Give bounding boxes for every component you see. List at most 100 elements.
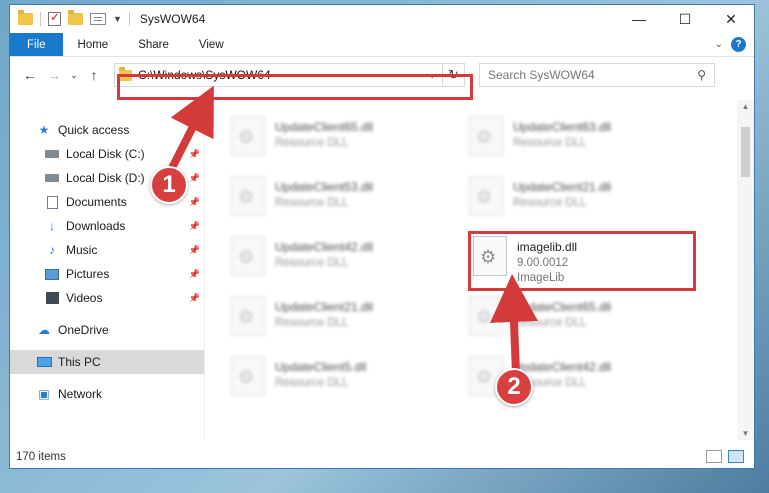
download-icon: ↓ <box>49 219 55 233</box>
dll-file-icon <box>469 296 503 336</box>
up-arrow-icon[interactable]: ↑ <box>84 67 104 83</box>
video-icon <box>44 291 60 305</box>
properties-icon[interactable] <box>90 13 106 25</box>
file-item[interactable]: UpdateClient21.dll Resource DLL <box>463 170 683 224</box>
view-toggle <box>706 450 754 463</box>
file-item[interactable]: UpdateClient65.dll Resource DLL <box>225 110 445 164</box>
file-type: Resource DLL <box>275 317 349 329</box>
nav-onedrive[interactable]: ☁ OneDrive <box>10 318 204 342</box>
nav-label: Downloads <box>66 219 126 233</box>
scroll-thumb[interactable] <box>741 127 750 177</box>
file-version: 9.00.0012 <box>517 257 569 269</box>
tab-share[interactable]: Share <box>123 33 184 56</box>
status-bar: 170 items <box>10 445 754 468</box>
dll-file-icon <box>231 116 265 156</box>
file-item[interactable]: UpdateClient65.dll Resource DLL <box>463 290 683 344</box>
scroll-down-arrow-icon[interactable]: ▼ <box>737 429 754 438</box>
customize-toolbar-dropdown-icon[interactable]: ▼ <box>113 14 122 24</box>
file-item-imagelib-dll[interactable]: imagelib.dll 9.00.0012 ImageLib <box>467 230 687 284</box>
file-name: UpdateClient21.dll <box>513 180 612 194</box>
file-type: Resource DLL <box>513 197 587 209</box>
pin-icon: 📌 <box>188 268 200 279</box>
picture-icon <box>44 267 60 281</box>
pin-icon: 📌 <box>188 148 200 159</box>
address-row: ← → ⌄ ↑ C:\Windows\SysWOW64 ⌄ ↻ Search S… <box>10 57 754 93</box>
file-item[interactable]: UpdateClient42.dll Resource DLL <box>225 230 445 284</box>
navigation-pane: ★ Quick access Local Disk (C:) 📌 Local D… <box>10 100 205 440</box>
file-name: UpdateClient65.dll <box>275 120 374 134</box>
nav-quick-access[interactable]: ★ Quick access <box>10 118 204 142</box>
file-name: UpdateClient63.dll <box>513 120 612 134</box>
pin-icon: 📌 <box>188 292 200 303</box>
pin-icon: 📌 <box>188 172 200 183</box>
dll-file-icon <box>473 236 507 276</box>
dll-file-icon <box>469 176 503 216</box>
toolbar-divider <box>40 12 41 26</box>
back-arrow-icon[interactable]: ← <box>20 67 40 83</box>
tab-view[interactable]: View <box>184 33 239 56</box>
file-name: UpdateClient42.dll <box>275 240 374 254</box>
file-type: ImageLib <box>517 272 565 284</box>
nav-downloads[interactable]: ↓ Downloads 📌 <box>10 214 204 238</box>
tab-file[interactable]: File <box>10 33 63 56</box>
maximize-button[interactable]: ☐ <box>662 5 708 33</box>
step-2-badge: 2 <box>495 368 533 406</box>
nav-this-pc[interactable]: This PC <box>10 350 204 374</box>
file-item[interactable]: UpdateClient63.dll Resource DLL <box>463 110 683 164</box>
address-path: C:\Windows\SysWOW64 <box>138 68 271 82</box>
nav-label: Local Disk (C:) <box>66 147 145 161</box>
forward-arrow-icon[interactable]: → <box>44 67 64 83</box>
scroll-up-arrow-icon[interactable]: ▲ <box>737 102 754 111</box>
quick-access-toolbar: ▼ <box>10 10 130 26</box>
recent-locations-chevron-icon[interactable]: ⌄ <box>68 70 80 81</box>
file-item[interactable]: UpdateClient21.dll Resource DLL <box>225 290 445 344</box>
file-name: imagelib.dll <box>517 240 578 254</box>
file-name: UpdateClient42.dll <box>513 360 612 374</box>
dll-file-icon <box>469 116 503 156</box>
details-view-icon[interactable] <box>706 450 722 463</box>
star-icon: ★ <box>38 123 50 137</box>
search-input[interactable]: Search SysWOW64 ⚲ <box>479 63 715 87</box>
file-name: UpdateClient65.dll <box>513 300 612 314</box>
help-icon[interactable]: ? <box>731 37 746 52</box>
search-icon: ⚲ <box>697 68 706 82</box>
close-button[interactable]: ✕ <box>708 5 754 33</box>
search-placeholder: Search SysWOW64 <box>488 68 595 82</box>
ribbon-right-controls: ⌄ ? <box>715 33 754 56</box>
folder-icon <box>119 66 132 81</box>
nav-videos[interactable]: Videos 📌 <box>10 286 204 310</box>
address-bar[interactable]: C:\Windows\SysWOW64 ⌄ <box>114 63 443 87</box>
vertical-scrollbar[interactable]: ▲ ▼ <box>737 100 754 440</box>
nav-music[interactable]: ♪ Music 📌 <box>10 238 204 262</box>
properties-check-icon[interactable] <box>48 10 61 26</box>
pin-icon: 📌 <box>188 196 200 207</box>
nav-local-disk-c[interactable]: Local Disk (C:) 📌 <box>10 142 204 166</box>
minimize-button[interactable]: — <box>616 5 662 33</box>
title-bar: ▼ SysWOW64 — ☐ ✕ <box>10 5 754 33</box>
dll-file-icon <box>231 176 265 216</box>
dll-file-icon <box>231 356 265 396</box>
file-item[interactable]: UpdateClient5.dll Resource DLL <box>225 350 445 404</box>
file-type: Resource DLL <box>275 197 349 209</box>
content-area: ★ Quick access Local Disk (C:) 📌 Local D… <box>10 100 754 440</box>
address-dropdown-icon[interactable]: ⌄ <box>428 70 436 81</box>
new-folder-icon[interactable] <box>68 10 83 25</box>
tab-home[interactable]: Home <box>63 33 124 56</box>
nav-label: Videos <box>66 291 103 305</box>
file-type: Resource DLL <box>275 137 349 149</box>
file-item[interactable]: UpdateClient42.dll Resource DLL <box>463 350 683 404</box>
refresh-button[interactable]: ↻ <box>443 63 465 87</box>
nav-pictures[interactable]: Pictures 📌 <box>10 262 204 286</box>
file-item[interactable]: UpdateClient53.dll Resource DLL <box>225 170 445 224</box>
large-icons-view-icon[interactable] <box>728 450 744 463</box>
nav-network[interactable]: ▣ Network <box>10 382 204 406</box>
step-1-badge: 1 <box>150 166 188 204</box>
expand-ribbon-chevron-icon[interactable]: ⌄ <box>715 39 723 50</box>
computer-icon <box>36 355 52 369</box>
cloud-icon: ☁ <box>38 323 50 337</box>
window-title: SysWOW64 <box>139 12 206 26</box>
nav-label: Music <box>66 243 98 257</box>
file-type: Resource DLL <box>513 137 587 149</box>
nav-label: Documents <box>66 195 127 209</box>
ribbon-tabs: File Home Share View ⌄ ? <box>10 33 754 57</box>
